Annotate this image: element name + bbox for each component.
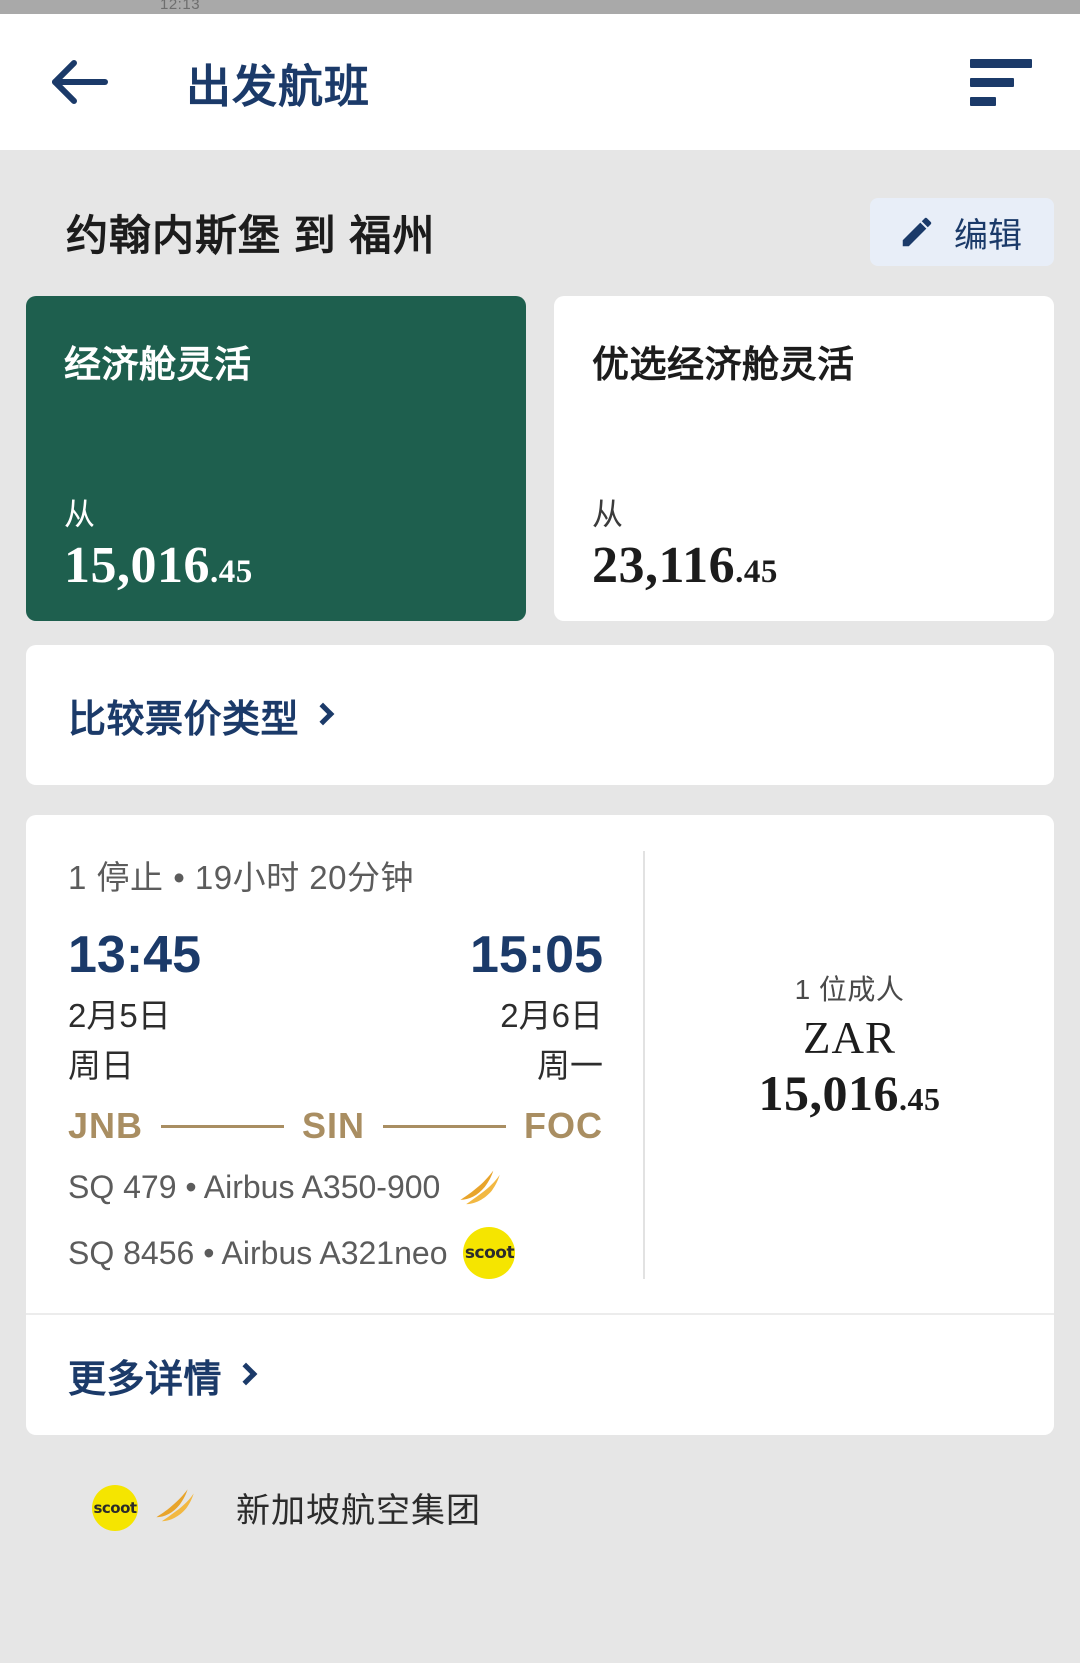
flight-route-line: JNB SIN FOC bbox=[68, 1105, 603, 1147]
flight-card-body: 1 停止 • 19小时 20分钟 13:45 2月5日 周日 15:05 2月6… bbox=[26, 815, 1054, 1279]
flight-stops-duration: 1 停止 • 19小时 20分钟 bbox=[68, 859, 414, 896]
airline-group-label: 新加坡航空集团 bbox=[236, 1492, 481, 1530]
route-header: 约翰内斯堡 到 福州 编辑 bbox=[26, 150, 1054, 296]
fare-card-economy-flexi[interactable]: 经济舱灵活 从 15,016.45 bbox=[26, 296, 526, 621]
fare-price-amount: 23,116 bbox=[592, 537, 736, 594]
departure-weekday: 周日 bbox=[68, 1047, 134, 1084]
page-title: 出发航班 bbox=[186, 60, 371, 112]
edit-search-button[interactable]: 编辑 bbox=[870, 198, 1054, 266]
sort-filter-icon-bar bbox=[970, 96, 996, 106]
chevron-right-icon bbox=[234, 1362, 258, 1385]
destination-code: FOC bbox=[524, 1105, 604, 1146]
status-bar: 12:13 bbox=[0, 0, 1080, 14]
compare-fares-card[interactable]: 比较票价类型 bbox=[26, 645, 1054, 785]
fare-footer: 从 15,016.45 bbox=[64, 489, 492, 595]
app-screen: 12:13 出发航班 约翰内斯堡 到 福州 编辑 经济舱灵活 从 15,016.… bbox=[0, 0, 1080, 1663]
fare-price-amount: 15,016 bbox=[64, 537, 210, 594]
flight-segment: SQ 8456 • Airbus A321neo scoot bbox=[68, 1227, 603, 1279]
fare-cards: 经济舱灵活 从 15,016.45 优选经济舱灵活 从 23,116.45 bbox=[26, 296, 1054, 621]
scoot-logo-badge: scoot bbox=[463, 1227, 516, 1279]
more-details-label: 更多详情 bbox=[68, 1358, 223, 1401]
total-price-cents: .45 bbox=[899, 1081, 941, 1117]
total-price: 15,016.45 bbox=[759, 1064, 941, 1122]
fare-price-cents: .45 bbox=[210, 554, 253, 590]
fare-name: 优选经济舱灵活 bbox=[592, 344, 855, 385]
fare-name: 经济舱灵活 bbox=[64, 344, 252, 385]
currency-code: ZAR bbox=[803, 1013, 896, 1063]
sort-filter-icon bbox=[970, 58, 1032, 68]
sort-filter-icon-bar bbox=[970, 77, 1014, 87]
stopover-code: SIN bbox=[302, 1105, 366, 1146]
singapore-airlines-bird-icon bbox=[152, 1486, 196, 1529]
leg-connector bbox=[383, 1124, 507, 1128]
page-content: 约翰内斯堡 到 福州 编辑 经济舱灵活 从 15,016.45 优选经济舱灵活 … bbox=[0, 150, 1080, 1532]
scoot-logo-badge: scoot bbox=[92, 1484, 138, 1531]
arrival-block: 15:05 2月6日 周一 bbox=[470, 925, 603, 1087]
fare-card-premium-economy-flexi[interactable]: 优选经济舱灵活 从 23,116.45 bbox=[554, 296, 1054, 621]
departure-time: 13:45 bbox=[68, 926, 201, 984]
fare-from-label: 从 bbox=[592, 497, 623, 532]
flight-segment-text: SQ 479 • Airbus A350-900 bbox=[68, 1168, 441, 1205]
fare-price-cents: .45 bbox=[735, 554, 778, 590]
back-button[interactable] bbox=[46, 49, 112, 115]
compare-fares-label: 比较票价类型 bbox=[68, 698, 300, 741]
back-arrow-icon bbox=[52, 60, 108, 104]
airline-group-footer: scoot 新加坡航空集团 bbox=[26, 1435, 1054, 1532]
leg-connector bbox=[161, 1124, 285, 1128]
status-bar-clock: 12:13 bbox=[160, 0, 201, 13]
pencil-icon bbox=[902, 217, 932, 247]
app-bar: 出发航班 bbox=[0, 14, 1080, 150]
singapore-airlines-bird-icon bbox=[456, 1167, 502, 1207]
fare-price: 23,116.45 bbox=[592, 536, 1020, 595]
more-details-link[interactable]: 更多详情 bbox=[68, 1348, 258, 1403]
departure-block: 13:45 2月5日 周日 bbox=[68, 925, 201, 1087]
scoot-icon: scoot bbox=[92, 1484, 138, 1531]
more-details-row[interactable]: 更多详情 bbox=[26, 1315, 1054, 1435]
passenger-count: 1 位成人 bbox=[794, 974, 905, 1005]
fare-from-label: 从 bbox=[64, 497, 95, 532]
chevron-right-icon bbox=[311, 702, 335, 725]
fare-footer: 从 23,116.45 bbox=[592, 489, 1020, 595]
flight-itinerary: 1 停止 • 19小时 20分钟 13:45 2月5日 周日 15:05 2月6… bbox=[26, 851, 643, 1279]
flight-times: 13:45 2月5日 周日 15:05 2月6日 周一 bbox=[68, 925, 603, 1087]
arrival-weekday: 周一 bbox=[537, 1047, 603, 1084]
flight-segment-text: SQ 8456 • Airbus A321neo bbox=[68, 1234, 448, 1271]
scoot-icon: scoot bbox=[463, 1227, 516, 1279]
origin-code: JNB bbox=[68, 1105, 144, 1146]
arrival-date: 2月6日 bbox=[500, 997, 603, 1034]
flight-price-panel: 1 位成人 ZAR 15,016.45 bbox=[643, 851, 1054, 1279]
flight-segment: SQ 479 • Airbus A350-900 bbox=[68, 1167, 603, 1207]
departure-date: 2月5日 bbox=[68, 997, 171, 1034]
fare-price: 15,016.45 bbox=[64, 536, 492, 595]
compare-fares-link[interactable]: 比较票价类型 bbox=[68, 688, 335, 743]
flight-result-card[interactable]: 1 停止 • 19小时 20分钟 13:45 2月5日 周日 15:05 2月6… bbox=[26, 815, 1054, 1435]
sort-filter-button[interactable] bbox=[970, 54, 1036, 110]
route-title: 约翰内斯堡 到 福州 bbox=[66, 211, 436, 259]
arrival-time: 15:05 bbox=[470, 926, 603, 984]
edit-search-label: 编辑 bbox=[954, 216, 1022, 255]
total-price-amount: 15,016 bbox=[758, 1065, 899, 1121]
